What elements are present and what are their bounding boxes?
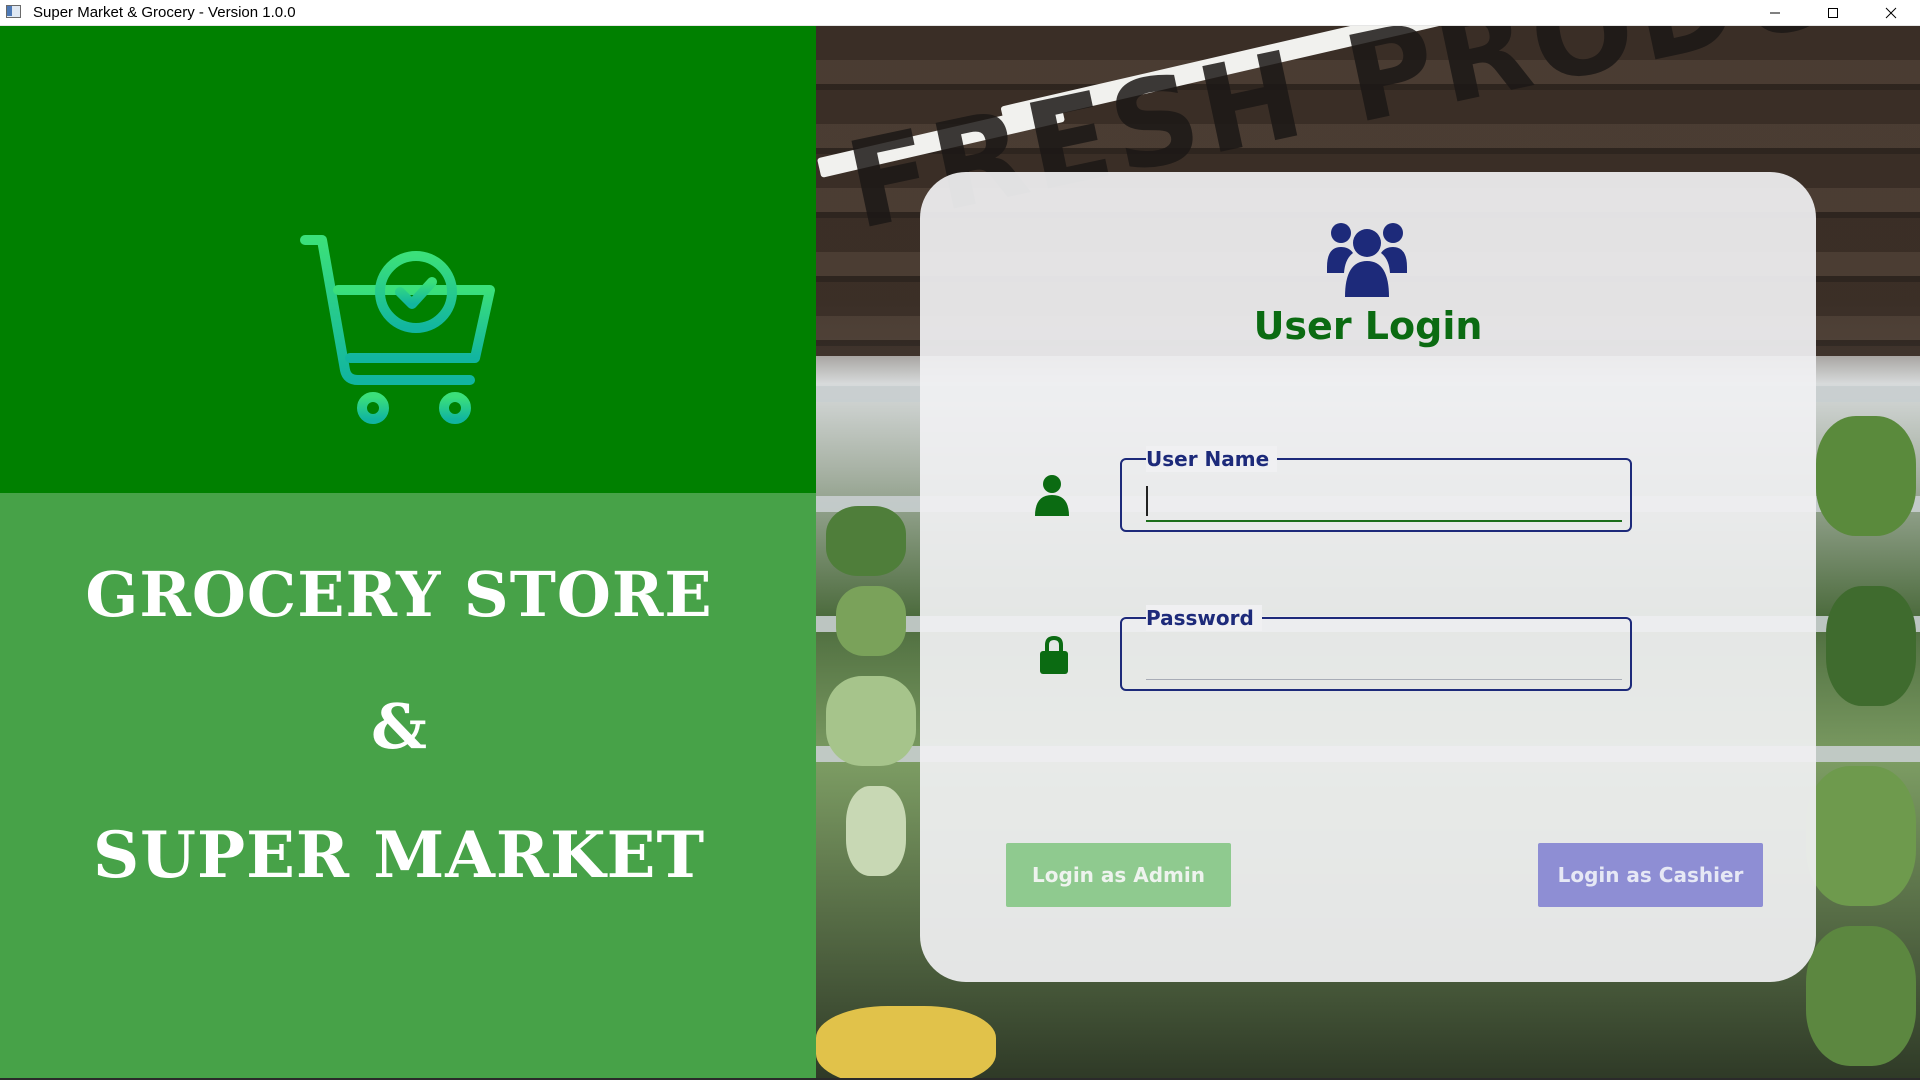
minimize-icon [1770, 12, 1780, 14]
username-label: User Name [1146, 446, 1278, 472]
minimize-button[interactable] [1746, 0, 1804, 26]
app-icon [6, 4, 23, 21]
password-field[interactable]: Password [1120, 605, 1632, 691]
brand-title-line1: GROCERY STORE [85, 558, 713, 631]
username-input[interactable] [1146, 482, 1622, 522]
maximize-icon [1828, 8, 1838, 18]
login-admin-button[interactable]: Login as Admin [1006, 843, 1231, 907]
username-field[interactable]: User Name [1120, 446, 1632, 532]
close-button[interactable] [1862, 0, 1920, 26]
cart-drawing [300, 235, 495, 424]
password-label: Password [1146, 605, 1262, 631]
window-title: Super Market & Grocery - Version 1.0.0 [33, 4, 296, 21]
close-icon [1885, 7, 1897, 19]
lock-icon [1040, 636, 1068, 674]
window-controls [1746, 0, 1920, 26]
login-title: User Login [1253, 304, 1483, 348]
users-group-icon [1327, 223, 1407, 297]
user-icon [1035, 475, 1069, 516]
maximize-button[interactable] [1804, 0, 1862, 26]
window-titlebar: Super Market & Grocery - Version 1.0.0 [0, 0, 1920, 26]
text-caret [1146, 486, 1148, 516]
password-input[interactable] [1146, 641, 1622, 680]
brand-title-ampersand: & [371, 690, 427, 763]
brand-title-line2: SUPER MARKET [92, 818, 706, 893]
login-cashier-button[interactable]: Login as Cashier [1538, 843, 1763, 907]
login-card: User Login User Name Password Login as A… [920, 172, 1816, 982]
